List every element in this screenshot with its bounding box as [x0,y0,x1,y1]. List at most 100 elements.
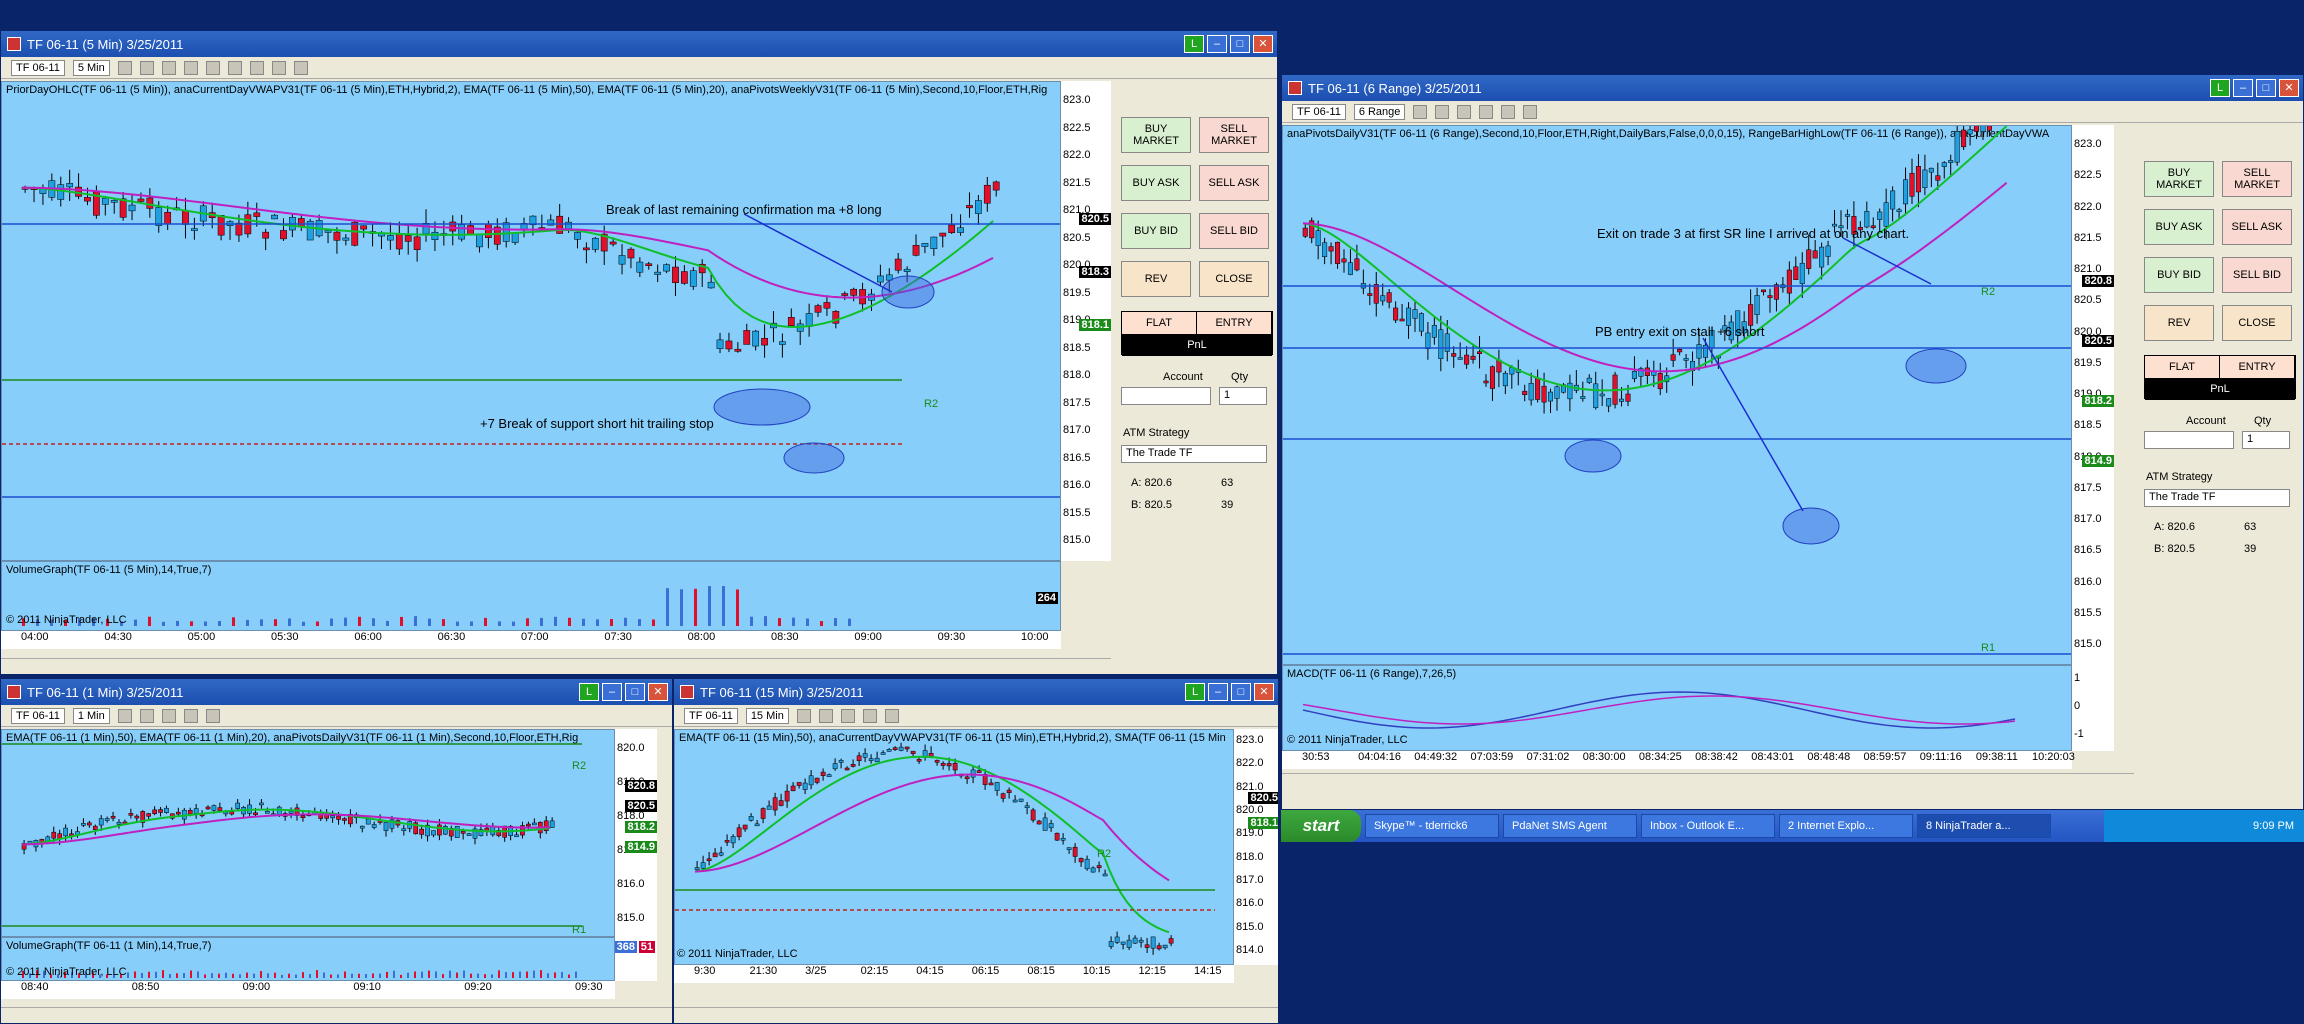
title-bar[interactable]: TF 06-11 (6 Range) 3/25/2011 L – □ ✕ [1282,75,2303,101]
properties-icon[interactable] [1501,105,1515,119]
time-axis[interactable]: 04:00 04:30 05:00 05:30 06:00 06:30 07:00 07:30… [1,631,1061,649]
macd-axis[interactable]: 1 0 -1 [2072,665,2114,751]
maximize-button[interactable]: □ [2256,79,2276,97]
zoom-icon[interactable] [184,709,198,723]
scrollbar[interactable] [1282,773,2134,789]
indicator-icon[interactable] [250,61,264,75]
zoom-icon[interactable] [863,709,877,723]
instrument-select[interactable]: TF 06-11 [684,708,738,724]
qty-stepper[interactable]: 1 [2242,431,2290,449]
strategy-icon[interactable] [272,61,286,75]
properties-icon[interactable] [228,61,242,75]
bars-icon[interactable] [118,61,132,75]
zoom-icon[interactable] [206,61,220,75]
minimize-button[interactable]: – [1207,35,1227,53]
price-axis[interactable]: 820.0819.0818.0817.0816.0815.0820.8820.5… [615,729,657,937]
buy-bid-button[interactable]: BUY BID [1121,213,1191,249]
price-plot[interactable]: anaPivotsDailyV31(TF 06-11 (6 Range),Sec… [1282,125,2072,665]
sell-ask-button[interactable]: SELL ASK [1199,165,1269,201]
pencil-icon[interactable] [819,709,833,723]
cursor-icon[interactable] [1457,105,1471,119]
sell-ask-button[interactable]: SELL ASK [2222,209,2292,245]
account-select[interactable] [2144,431,2234,449]
copy-icon[interactable] [294,61,308,75]
buy-bid-button[interactable]: BUY BID [2144,257,2214,293]
link-button[interactable]: L [579,683,599,701]
qty-stepper[interactable]: 1 [1219,387,1267,405]
time-axis[interactable]: 30:53 04:04:16 04:49:32 07:03:59 07:31:02 08:… [1282,751,2072,769]
buy-market-button[interactable]: BUY MARKET [2144,161,2214,197]
title-bar[interactable]: TF 06-11 (15 Min) 3/25/2011 L – □ ✕ [674,679,1278,705]
sell-market-button[interactable]: SELL MARKET [2222,161,2292,197]
buy-ask-button[interactable]: BUY ASK [1121,165,1191,201]
time-axis[interactable]: 08:40 08:50 09:00 09:10 09:20 09:30 [1,981,615,999]
interval-select[interactable]: 1 Min [73,708,110,724]
price-plot[interactable]: PriorDayOHLC(TF 06-11 (5 Min)), anaCurre… [1,81,1061,561]
pencil-icon[interactable] [140,61,154,75]
title-bar[interactable]: TF 06-11 (1 Min) 3/25/2011 L – □ ✕ [1,679,672,705]
price-plot[interactable]: EMA(TF 06-11 (1 Min),50), EMA(TF 06-11 (… [1,729,615,937]
minimize-button[interactable]: – [602,683,622,701]
scrollbar[interactable] [674,1007,1278,1023]
buy-ask-button[interactable]: BUY ASK [2144,209,2214,245]
volume-axis[interactable]: 368 51 [615,937,657,981]
cursor-icon[interactable] [841,709,855,723]
maximize-button[interactable]: □ [625,683,645,701]
link-button[interactable]: L [2210,79,2230,97]
close-button[interactable]: ✕ [1253,35,1273,53]
bars-icon[interactable] [797,709,811,723]
price-axis[interactable]: 823.0 822.0 821.0 820.0 819.0 818.0 817.0 816.0… [1234,729,1279,965]
instrument-select[interactable]: TF 06-11 [11,60,65,76]
interval-select[interactable]: 15 Min [746,708,789,724]
interval-select[interactable]: 5 Min [73,60,110,76]
sell-bid-button[interactable]: SELL BID [2222,257,2292,293]
draw-icon[interactable] [162,61,176,75]
close-button[interactable]: ✕ [2279,79,2299,97]
link-button[interactable]: L [1185,683,1205,701]
properties-icon[interactable] [885,709,899,723]
taskbar-item-skype[interactable]: Skype™ - tderrick6 [1365,814,1499,838]
close-position-button[interactable]: CLOSE [2222,305,2292,341]
close-button[interactable]: ✕ [648,683,668,701]
price-axis[interactable]: 823.0 822.5 822.0 821.5 821.0 820.5 820.0 819.5… [2072,125,2114,665]
bars-icon[interactable] [1413,105,1427,119]
atm-strategy-select[interactable]: The Trade TF [2144,489,2290,507]
scrollbar[interactable] [1,1007,672,1023]
taskbar-item-ie[interactable]: 2 Internet Explo... [1779,814,1913,838]
close-position-button[interactable]: CLOSE [1199,261,1269,297]
maximize-button[interactable]: □ [1230,35,1250,53]
atm-strategy-select[interactable]: The Trade TF [1121,445,1267,463]
clock[interactable]: 9:09 PM [2253,820,2294,832]
instrument-select[interactable]: TF 06-11 [1292,104,1346,120]
instrument-select[interactable]: TF 06-11 [11,708,65,724]
account-select[interactable] [1121,387,1211,405]
close-button[interactable]: ✕ [1254,683,1274,701]
minimize-button[interactable]: – [2233,79,2253,97]
taskbar-item-pdanet[interactable]: PdaNet SMS Agent [1503,814,1637,838]
minimize-button[interactable]: – [1208,683,1228,701]
properties-icon[interactable] [206,709,220,723]
price-plot[interactable]: EMA(TF 06-11 (15 Min),50), anaCurrentDay… [674,729,1234,965]
scrollbar[interactable] [1,658,1111,674]
maximize-button[interactable]: □ [1231,683,1251,701]
cursor-icon[interactable] [162,709,176,723]
start-button[interactable]: start [1281,810,1361,842]
time-axis[interactable]: 9:30 21:30 3/25 02:15 04:15 06:15 08:15 10:15 12… [674,965,1234,983]
bars-icon[interactable] [118,709,132,723]
price-axis[interactable]: 823.0 822.5 822.0 821.5 821.0 820.5 820.0 819.5… [1061,81,1111,561]
link-button[interactable]: L [1184,35,1204,53]
taskbar-item-ninjatrader[interactable]: 8 NinjaTrader a... [1917,814,2051,838]
buy-market-button[interactable]: BUY MARKET [1121,117,1191,153]
sell-market-button[interactable]: SELL MARKET [1199,117,1269,153]
reverse-button[interactable]: REV [2144,305,2214,341]
sell-bid-button[interactable]: SELL BID [1199,213,1269,249]
cursor-icon[interactable] [184,61,198,75]
zoom-icon[interactable] [1479,105,1493,119]
pencil-icon[interactable] [140,709,154,723]
indicator-icon[interactable] [1523,105,1537,119]
taskbar-item-outlook[interactable]: Inbox - Outlook E... [1641,814,1775,838]
reverse-button[interactable]: REV [1121,261,1191,297]
interval-select[interactable]: 6 Range [1354,104,1406,120]
title-bar[interactable]: TF 06-11 (5 Min) 3/25/2011 L – □ ✕ [1,31,1277,57]
pencil-icon[interactable] [1435,105,1449,119]
